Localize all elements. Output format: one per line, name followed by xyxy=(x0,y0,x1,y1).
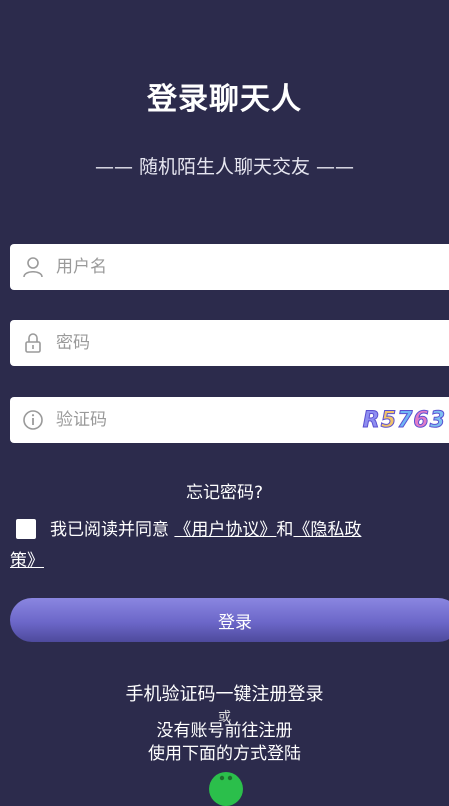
page-subtitle: —— 随机陌生人聊天交友 —— xyxy=(94,156,355,178)
password-field[interactable] xyxy=(10,320,449,366)
other-login-methods-label: 使用下面的方式登陆 xyxy=(148,744,301,764)
forgot-password-link[interactable]: 忘记密码? xyxy=(0,478,449,503)
user-icon xyxy=(20,254,46,280)
privacy-policy-link-continued[interactable]: 策》 xyxy=(10,546,44,571)
captcha-char: 3 xyxy=(429,407,446,433)
captcha-field[interactable]: R 5 7 6 3 xyxy=(10,397,449,443)
captcha-image[interactable]: R 5 7 6 3 xyxy=(362,405,446,435)
captcha-input[interactable] xyxy=(54,409,318,431)
page-title: 登录聊天人 xyxy=(147,82,302,117)
lock-icon xyxy=(20,330,46,356)
agreement-and-text: 和 xyxy=(276,520,294,540)
info-icon xyxy=(20,407,46,433)
username-field[interactable] xyxy=(10,244,449,290)
captcha-char: 5 xyxy=(380,407,398,433)
captcha-char: R xyxy=(362,407,381,433)
user-agreement-link[interactable]: 《用户协议》 xyxy=(174,520,276,540)
wechat-icon[interactable] xyxy=(209,772,243,806)
login-button[interactable]: 登录 xyxy=(10,598,449,642)
sms-login-link[interactable]: 手机验证码一键注册登录 xyxy=(0,680,449,706)
username-input[interactable] xyxy=(54,256,318,278)
captcha-char: 7 xyxy=(397,407,414,433)
password-input[interactable] xyxy=(54,332,318,354)
captcha-char: 6 xyxy=(413,407,430,433)
privacy-policy-link[interactable]: 《隐私政 xyxy=(293,520,361,540)
agreement-row: 我已阅读并同意 《用户协议》和《隐私政 xyxy=(16,516,449,544)
agreement-checkbox[interactable] xyxy=(16,519,36,539)
agreement-text: 我已阅读并同意 xyxy=(50,520,169,540)
register-link[interactable]: 没有账号前往注册 xyxy=(0,716,449,741)
